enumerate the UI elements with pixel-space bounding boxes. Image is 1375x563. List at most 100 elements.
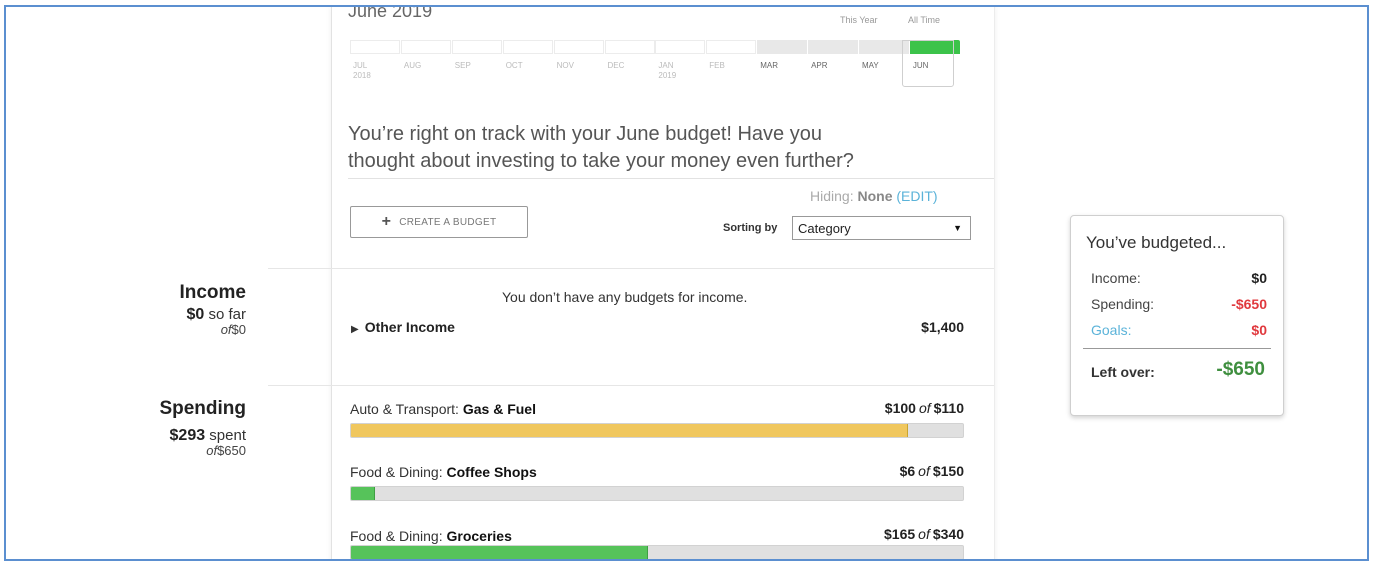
timeline-month-bar[interactable] bbox=[502, 40, 553, 54]
budget-message-line-1: You’re right on track with your June bud… bbox=[348, 123, 822, 145]
spending-of-word: of bbox=[206, 443, 218, 458]
other-income-toggle[interactable]: ▶ Other Income bbox=[351, 319, 455, 335]
summary-goals-link[interactable]: Goals: bbox=[1091, 322, 1131, 338]
budget-spent: $165 bbox=[884, 526, 916, 542]
sort-select[interactable]: Category ▼ bbox=[792, 216, 971, 240]
spending-of-total: of$650 bbox=[106, 443, 246, 458]
timeline-month-bar[interactable] bbox=[757, 40, 808, 54]
budget-row-label: Auto & Transport: Gas & Fuel bbox=[350, 401, 536, 417]
timeline-month-label[interactable]: JUN bbox=[913, 61, 929, 71]
budget-progress-fill bbox=[351, 487, 376, 500]
summary-row-spending: Spending: -$650 bbox=[1091, 296, 1267, 312]
edit-hiding-link[interactable]: (EDIT) bbox=[896, 188, 937, 204]
timeline-month-label[interactable]: JAN 2019 bbox=[658, 61, 676, 81]
sort-select-value: Category bbox=[798, 220, 851, 236]
timeline-month-name: JUL bbox=[353, 61, 368, 70]
left-over-value: -$650 bbox=[1216, 359, 1265, 380]
summary-divider bbox=[1083, 348, 1271, 349]
caret-down-icon: ▼ bbox=[953, 223, 962, 233]
summary-value: $0 bbox=[1251, 270, 1267, 286]
this-year-link[interactable]: This Year bbox=[840, 15, 878, 25]
budget-row-amount: $6 of $150 bbox=[786, 463, 964, 479]
month-title: June 2019 bbox=[348, 5, 433, 21]
timeline-month-label[interactable]: MAR bbox=[760, 61, 778, 71]
budget-category: Food & Dining: bbox=[350, 528, 443, 544]
budget-progress-fill bbox=[351, 546, 648, 559]
create-budget-button[interactable]: + CREATE A BUDGET bbox=[350, 206, 528, 238]
timeline-month-name: SEP bbox=[454, 61, 471, 70]
budget-subcategory: Groceries bbox=[446, 528, 512, 544]
timeline-month-label[interactable]: OCT bbox=[506, 61, 523, 71]
budget-row-label: Food & Dining: Groceries bbox=[350, 528, 512, 544]
budget-total: $340 bbox=[932, 526, 964, 542]
summary-row-income: Income: $0 bbox=[1091, 270, 1267, 286]
message-divider bbox=[348, 178, 994, 179]
budget-total: $110 bbox=[933, 400, 964, 416]
timeline-month-bar[interactable] bbox=[451, 40, 502, 54]
income-of-word: of bbox=[220, 322, 232, 337]
spending-of-amount: $650 bbox=[217, 443, 246, 458]
budget-row-amount: $165 of $340 bbox=[786, 526, 964, 542]
plus-icon: + bbox=[381, 213, 392, 230]
timeline-month-name: NOV bbox=[556, 61, 574, 70]
timeline-month-bar[interactable] bbox=[604, 40, 655, 54]
budget-progress-bar bbox=[350, 545, 964, 559]
timeline-month-label[interactable]: SEP bbox=[455, 61, 471, 71]
timeline-month-label[interactable]: NOV bbox=[557, 61, 574, 71]
budget-category: Food & Dining: bbox=[350, 464, 443, 480]
timeline-month-label[interactable]: AUG bbox=[404, 61, 421, 71]
timeline-month-bar[interactable] bbox=[808, 40, 859, 54]
summary-row-goals: Goals: $0 bbox=[1091, 322, 1267, 338]
timeline-month-bar[interactable] bbox=[553, 40, 604, 54]
timeline-month-year: 2018 bbox=[353, 71, 371, 80]
income-title: Income bbox=[179, 282, 246, 303]
timeline-month-name: AUG bbox=[403, 61, 422, 70]
income-amount-suffix: so far bbox=[208, 306, 246, 323]
spending-divider bbox=[268, 385, 994, 386]
month-timeline: JUL 2018 AUG SEP OCT NOV DEC JAN 2019 FEB MAR APR MA… bbox=[349, 40, 960, 90]
timeline-month-label[interactable]: FEB bbox=[709, 61, 725, 71]
timeline-month-bar[interactable] bbox=[706, 40, 757, 54]
spending-amount-value: $293 bbox=[169, 427, 206, 444]
budget-message: You’re right on track with your June bud… bbox=[348, 121, 988, 175]
budget-spent: $6 bbox=[899, 463, 916, 479]
timeline-month-label[interactable]: JUL 2018 bbox=[353, 61, 371, 81]
hiding-label: Hiding: bbox=[810, 188, 854, 204]
all-time-link[interactable]: All Time bbox=[908, 15, 940, 25]
income-of-total: of$0 bbox=[106, 322, 246, 337]
budget-of-word: of bbox=[918, 463, 930, 479]
budget-row-amount: $100 of $110 bbox=[786, 400, 964, 416]
budget-progress-bar bbox=[350, 423, 964, 438]
spending-title: Spending bbox=[159, 398, 246, 419]
timeline-month-label[interactable]: DEC bbox=[608, 61, 625, 71]
timeline-month-label[interactable]: MAY bbox=[862, 61, 879, 71]
timeline-month-bar[interactable] bbox=[350, 40, 400, 54]
timeline-month-name: APR bbox=[811, 61, 828, 70]
create-budget-label: CREATE A BUDGET bbox=[399, 216, 497, 228]
budget-progress-bar bbox=[350, 486, 964, 501]
timeline-month-name: JUN bbox=[912, 61, 929, 70]
hiding-status: Hiding: None (EDIT) bbox=[810, 188, 938, 204]
other-income-amount: $1,400 bbox=[921, 319, 964, 335]
income-amount-value: $0 bbox=[186, 306, 205, 323]
timeline-month-label[interactable]: APR bbox=[811, 61, 827, 71]
budget-subcategory: Gas & Fuel bbox=[462, 401, 536, 417]
budget-row-label: Food & Dining: Coffee Shops bbox=[350, 464, 537, 480]
budget-summary-card: You’ve budgeted... Income: $0 Spending: … bbox=[1070, 215, 1284, 416]
budget-message-line-2: thought about investing to take your mon… bbox=[348, 150, 854, 172]
sorting-label: Sorting by bbox=[723, 222, 778, 234]
timeline-month-bar[interactable] bbox=[400, 40, 451, 54]
timeline-month-bar[interactable] bbox=[655, 40, 706, 54]
budget-category: Auto & Transport: bbox=[350, 401, 459, 417]
income-of-amount: $0 bbox=[231, 322, 246, 337]
timeline-month-name: JAN bbox=[658, 61, 674, 70]
timeline-month-name: OCT bbox=[505, 61, 523, 70]
budget-spent: $100 bbox=[884, 400, 916, 416]
budget-progress-fill bbox=[351, 424, 908, 437]
timeline-month-name: DEC bbox=[607, 61, 625, 70]
app-frame: June 2019 This Year All Time JUL 2018 AUG S… bbox=[4, 5, 1369, 561]
spending-amount-suffix: spent bbox=[209, 427, 246, 444]
summary-value: $0 bbox=[1251, 322, 1267, 338]
timeline-month-name: FEB bbox=[709, 61, 725, 70]
left-over-label: Left over: bbox=[1091, 364, 1155, 380]
